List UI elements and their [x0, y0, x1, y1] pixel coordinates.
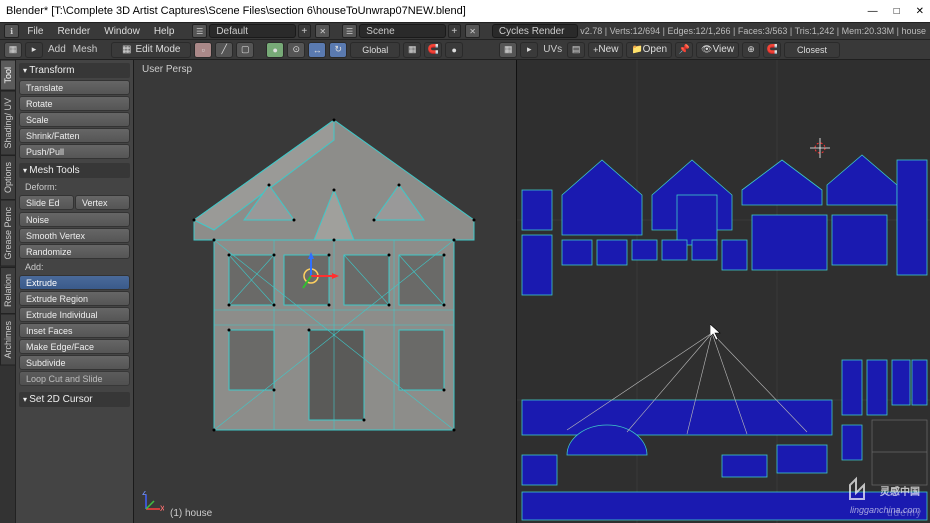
edge-select-icon[interactable]: ╱	[215, 42, 233, 58]
window-title: Blender* [T:\Complete 3D Artist Captures…	[6, 5, 466, 17]
extrude-region-button[interactable]: Extrude Region	[19, 291, 130, 306]
svg-text:z: z	[142, 491, 147, 498]
watermark-text: 灵感中国	[880, 483, 920, 498]
tab-grease-pencil[interactable]: Grease Penc	[0, 200, 15, 267]
uv-snap-icon[interactable]: 🧲	[763, 42, 781, 58]
inset-faces-button[interactable]: Inset Faces	[19, 323, 130, 338]
orientation-dropdown[interactable]: Global	[350, 42, 400, 58]
close-button[interactable]: ✕	[916, 6, 924, 17]
randomize-button[interactable]: Randomize	[19, 244, 130, 259]
maximize-button[interactable]: □	[894, 6, 900, 17]
uv-editor-icon[interactable]: ▦	[499, 42, 517, 58]
push-pull-button[interactable]: Push/Pull	[19, 144, 130, 159]
manipulator-icon[interactable]: ↔	[308, 42, 326, 58]
meshtools-header[interactable]: Mesh Tools	[19, 163, 130, 178]
window-titlebar: Blender* [T:\Complete 3D Artist Captures…	[0, 0, 930, 22]
make-edge-face-button[interactable]: Make Edge/Face	[19, 339, 130, 354]
header-stats: v2.78 | Verts:12/694 | Edges:12/1,266 | …	[580, 26, 926, 36]
smooth-vertex-button[interactable]: Smooth Vertex	[19, 228, 130, 243]
manipulator-rotate-icon[interactable]: ↻	[329, 42, 347, 58]
axis-indicator: z x	[142, 491, 164, 513]
tool-shelf: Transform Translate Rotate Scale Shrink/…	[16, 60, 134, 523]
watermark-logo: 灵感中国 lingganchina.com	[846, 475, 920, 505]
svg-text:x: x	[160, 503, 164, 513]
render-engine-dropdown[interactable]: Cycles Render	[492, 24, 578, 38]
mode-dropdown[interactable]: ▦Edit Mode	[111, 42, 191, 58]
rotate-button[interactable]: Rotate	[19, 96, 130, 111]
editor-type-icon[interactable]: ℹ	[4, 24, 19, 38]
editor-3dview-icon[interactable]: ▦	[4, 42, 22, 58]
vertex-select-icon[interactable]: ▫	[194, 42, 212, 58]
add-menu[interactable]: Add	[46, 44, 68, 55]
tool-shelf-tabs: Tool Shading/ UV Options Grease Penc Rel…	[0, 60, 16, 523]
proportional-icon[interactable]: ●	[445, 42, 463, 58]
deform-label: Deform:	[19, 180, 130, 194]
pin-icon[interactable]: 📌	[675, 42, 693, 58]
layout-browse-icon[interactable]: ☰	[192, 24, 207, 38]
transform-header[interactable]: Transform	[19, 63, 130, 78]
tab-relation[interactable]: Relation	[0, 267, 15, 314]
object-name-label: (1) house	[170, 508, 212, 519]
tab-shading-uv[interactable]: Shading/ UV	[0, 91, 15, 156]
scene-dropdown[interactable]: Scene	[359, 24, 445, 38]
menu-window[interactable]: Window	[98, 26, 146, 37]
extrude-individual-button[interactable]: Extrude Individual	[19, 307, 130, 322]
info-header: ℹ File Render Window Help ☰ Default + ✕ …	[0, 22, 930, 40]
uv-layout	[517, 60, 930, 523]
uv-expand-icon[interactable]: ▸	[520, 42, 538, 58]
image-browse-icon[interactable]: ▤	[567, 42, 585, 58]
mesh-object	[174, 100, 494, 460]
shrink-fatten-button[interactable]: Shrink/Fatten	[19, 128, 130, 143]
layout-delete-button[interactable]: ✕	[315, 24, 330, 38]
face-select-icon[interactable]: ▢	[236, 42, 254, 58]
add-label: Add:	[19, 260, 130, 274]
open-button[interactable]: 📁 Open	[626, 42, 672, 58]
menu-file[interactable]: File	[21, 26, 49, 37]
layers-icon[interactable]: ▦	[403, 42, 421, 58]
pivot-icon[interactable]: ⊙	[287, 42, 305, 58]
set-2d-cursor-header[interactable]: Set 2D Cursor	[19, 392, 130, 407]
menu-render[interactable]: Render	[51, 26, 96, 37]
minimize-button[interactable]: —	[868, 6, 878, 17]
tab-archimesh[interactable]: Archimes	[0, 314, 15, 366]
viewport-header: ▦ ▸ Add Mesh ▦Edit Mode ▫ ╱ ▢ ● ⊙ ↔ ↻ Gl…	[0, 40, 930, 60]
subdivide-button[interactable]: Subdivide	[19, 355, 130, 370]
3d-viewport[interactable]: User Persp	[134, 60, 517, 523]
slide-edge-button[interactable]: Slide Ed	[19, 195, 74, 210]
2d-cursor-icon	[810, 138, 830, 158]
layout-dropdown[interactable]: Default	[209, 24, 295, 38]
scene-delete-button[interactable]: ✕	[465, 24, 480, 38]
snap-icon[interactable]: 🧲	[424, 42, 442, 58]
tab-options[interactable]: Options	[0, 155, 15, 200]
udemy-watermark: udemy	[887, 508, 922, 519]
mesh-menu[interactable]: Mesh	[71, 44, 99, 55]
expand-icon[interactable]: ▸	[25, 42, 43, 58]
translate-button[interactable]: Translate	[19, 80, 130, 95]
scene-add-button[interactable]: +	[448, 24, 461, 38]
uv-pivot-icon[interactable]: ⊕	[742, 42, 760, 58]
scene-browse-icon[interactable]: ☰	[342, 24, 357, 38]
tab-tool[interactable]: Tool	[0, 60, 15, 91]
menu-help[interactable]: Help	[148, 26, 181, 37]
loop-cut-button[interactable]: Loop Cut and Slide	[19, 371, 130, 386]
noise-button[interactable]: Noise	[19, 212, 130, 227]
uv-image-editor[interactable]: 灵感中国 lingganchina.com udemy	[517, 60, 930, 523]
uvs-menu[interactable]: UVs	[541, 44, 564, 55]
scale-button[interactable]: Scale	[19, 112, 130, 127]
slide-vertex-button[interactable]: Vertex	[75, 195, 130, 210]
new-button[interactable]: + New	[588, 42, 623, 58]
shading-icon[interactable]: ●	[266, 42, 284, 58]
uv-view-dropdown[interactable]: 👁 View	[696, 42, 739, 58]
view-persp-label: User Persp	[142, 64, 192, 75]
extrude-button[interactable]: Extrude	[19, 275, 130, 290]
layout-add-button[interactable]: +	[298, 24, 311, 38]
interpolation-dropdown[interactable]: Closest	[784, 42, 840, 58]
